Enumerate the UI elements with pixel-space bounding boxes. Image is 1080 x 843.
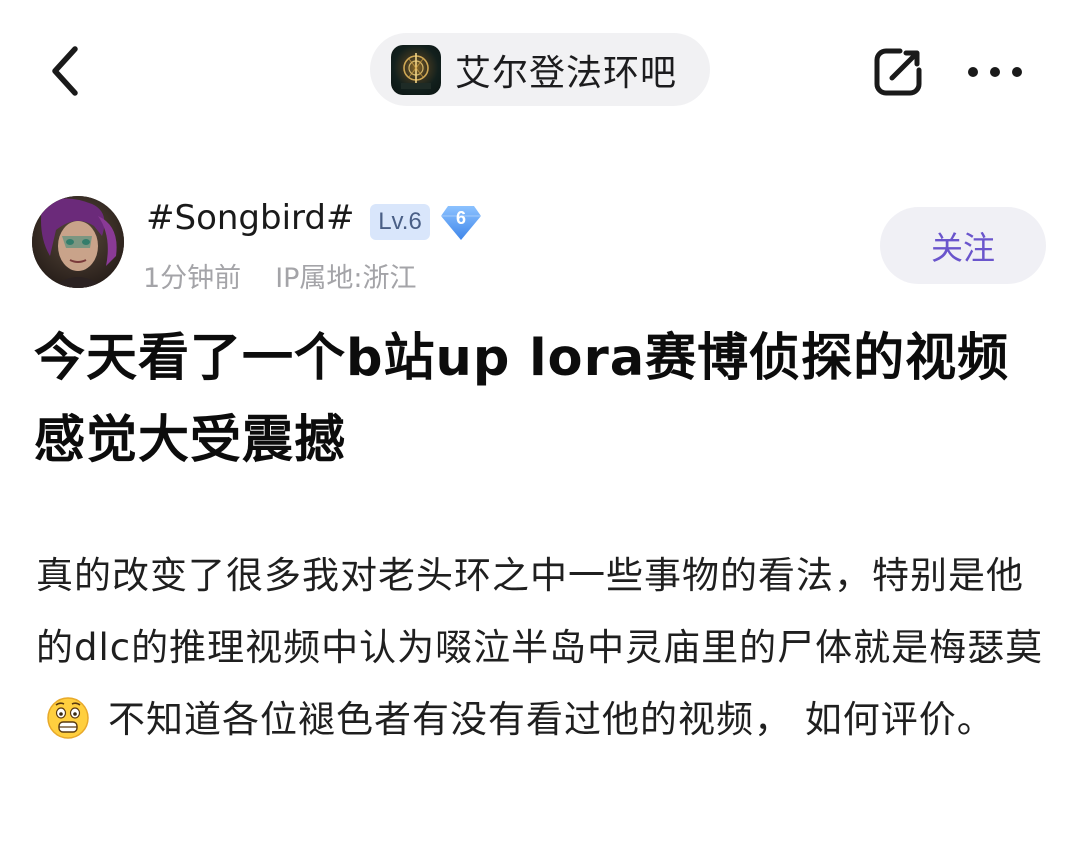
chevron-left-icon [52, 46, 78, 96]
author-name[interactable]: #Songbird# [146, 198, 354, 238]
share-edit-icon [874, 48, 922, 96]
post-body-text-continued: 不知道各位褪色者有没有看过他的视频， 如何评价。 [108, 698, 995, 741]
top-navigation-bar: 艾尔登法环吧 [0, 0, 1080, 140]
share-button[interactable] [866, 40, 930, 104]
more-dots-icon [968, 67, 1022, 77]
post-body: 真的改变了很多我对老头环之中一些事物的看法，特别是他的dlc的推理视频中认为啜泣… [36, 540, 1046, 756]
back-button[interactable] [30, 36, 100, 106]
level-badge: Lv.6 [370, 204, 430, 240]
more-options-button[interactable] [960, 40, 1030, 104]
diamond-level-number: 6 [455, 208, 466, 228]
author-row: #Songbird# Lv.6 6 1分钟前 IP属地:浙江 关注 [0, 190, 1080, 300]
ip-location: IP属地:浙江 [275, 263, 417, 294]
forum-header-pill[interactable]: 艾尔登法环吧 [370, 33, 710, 106]
post-time: 1分钟前 [143, 263, 242, 294]
follow-button[interactable]: 关注 [880, 207, 1046, 284]
avatar[interactable] [32, 196, 124, 288]
post-title: 今天看了一个b站up lora赛博侦探的视频感觉大受震撼 [34, 329, 1010, 470]
shocked-face-emoji-icon [47, 697, 89, 739]
diamond-level-badge: 6 [440, 202, 482, 242]
post-body-text: 真的改变了很多我对老头环之中一些事物的看法，特别是他的dlc的推理视频中认为啜泣… [36, 554, 1044, 669]
forum-logo-icon [391, 44, 441, 95]
forum-name: 艾尔登法环吧 [455, 52, 678, 94]
post-meta: 1分钟前 IP属地:浙江 [143, 256, 417, 295]
